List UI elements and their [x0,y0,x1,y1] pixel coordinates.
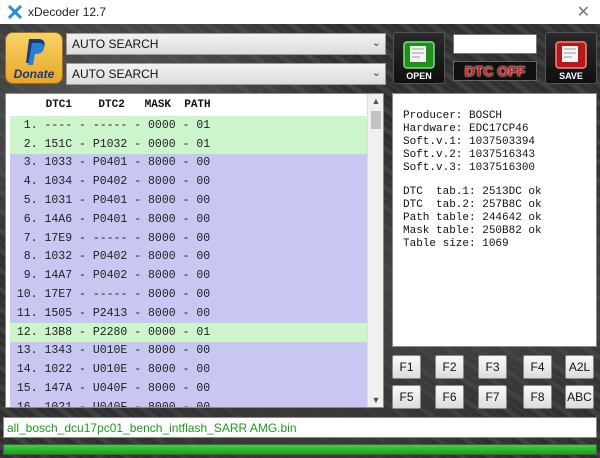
abc-button[interactable]: ABC [565,385,594,409]
f8-button[interactable]: F8 [523,385,552,409]
select-2-value: AUTO SEARCH [72,67,159,81]
info-table-size: Table size: 1069 [403,238,509,251]
info-dtc-tab1: DTC tab.1: 2513DC ok [403,186,542,199]
save-disk-icon [555,41,587,69]
dtc-row[interactable]: 5. 1031 - P0401 - 8000 - 00 [10,191,367,210]
dtc-off-label: DTC OFF [464,63,526,79]
x-logo-icon [8,5,22,19]
dtc-row[interactable]: 16. 1021 - U040F - 8000 - 00 [10,397,367,407]
info-producer: Producer: BOSCH [403,110,503,122]
save-button[interactable]: SAVE [545,32,597,84]
donate-button[interactable]: Donate [5,32,63,84]
search-mode-select-1[interactable]: AUTO SEARCH ⌄ [66,33,386,55]
dtc-row[interactable]: 9. 14A7 - P0402 - 8000 - 00 [10,266,367,286]
title-bar: xDecoder 12.7 ✕ [0,0,600,24]
dtc-row[interactable]: 7. 17E9 - ----- - 8000 - 00 [10,228,367,248]
f4-button[interactable]: F4 [523,355,552,379]
progress-bar [3,444,597,455]
info-hardware: Hardware: EDC17CP46 [403,122,529,135]
paypal-icon [26,39,45,65]
dtc-list-header: DTC1 DTC2 MASK PATH [6,99,211,111]
a2l-button[interactable]: A2L [565,355,594,379]
f6-button[interactable]: F6 [435,385,464,409]
blank-field[interactable] [453,34,537,54]
donate-label: Donate [13,67,55,81]
close-icon[interactable]: ✕ [577,2,590,22]
chevron-down-icon: ⌄ [371,37,381,49]
dtc-row[interactable]: 10. 17E7 - ----- - 8000 - 00 [10,285,367,304]
dtc-row[interactable]: 12. 13B8 - P2280 - 0000 - 01 [10,322,367,342]
dtc-row[interactable]: 6. 14A6 - P0401 - 8000 - 00 [10,209,367,229]
info-soft-v1: Soft.v.1: 1037503394 [403,135,536,148]
f1-button[interactable]: F1 [392,355,421,379]
file-name-field: all_bosch_dcu17pc01_bench_intflash_SARR … [3,417,597,438]
select-1-value: AUTO SEARCH [72,37,159,51]
dtc-off-button[interactable]: DTC OFF [453,61,537,81]
info-mask-table: Mask table: 250B82 ok [403,225,542,238]
dtc-list[interactable]: DTC1 DTC2 MASK PATH 1. ---- - ----- - 00… [5,93,384,408]
dtc-row[interactable]: 14. 1022 - U010E - 8000 - 00 [10,360,367,380]
dtc-list-scrollbar[interactable]: ▲ ▼ [367,94,383,407]
dtc-row[interactable]: 11. 1505 - P2413 - 8000 - 00 [10,303,367,323]
f5-button[interactable]: F5 [392,385,421,409]
dtc-row[interactable]: 13. 1343 - U010E - 8000 - 00 [10,341,367,361]
f7-button[interactable]: F7 [478,385,507,409]
dtc-row[interactable]: 4. 1034 - P0402 - 8000 - 00 [10,172,367,192]
window-title: xDecoder 12.7 [28,5,107,19]
progress-fill [4,445,596,454]
dtc-row[interactable]: 15. 147A - U040F - 8000 - 00 [10,379,367,398]
info-soft-v2: Soft.v.2: 1037516343 [403,148,536,161]
info-path-table: Path table: 244642 ok [403,212,542,225]
open-label: OPEN [406,71,432,81]
dtc-row[interactable]: 1. ---- - ----- - 0000 - 01 [10,116,367,135]
scroll-down-icon[interactable]: ▼ [368,393,383,407]
save-label: SAVE [559,71,583,81]
chevron-down-icon: ⌄ [371,67,381,79]
open-button[interactable]: OPEN [393,32,445,84]
info-dtc-tab2: DTC tab.2: 257B8C ok [403,199,542,212]
scroll-thumb[interactable] [371,111,381,129]
dtc-row[interactable]: 3. 1033 - P0401 - 8000 - 00 [10,153,367,173]
dtc-row[interactable]: 2. 151C - P1032 - 0000 - 01 [10,134,367,154]
info-soft-v3: Soft.v.3: 1037516300 [403,161,536,174]
scroll-up-icon[interactable]: ▲ [368,94,383,108]
f3-button[interactable]: F3 [478,355,507,379]
ecu-info-panel: Producer: BOSCH Hardware: EDC17CP46 Soft… [392,93,597,347]
f2-button[interactable]: F2 [435,355,464,379]
file-name-text: all_bosch_dcu17pc01_bench_intflash_SARR … [7,420,297,435]
dtc-row[interactable]: 8. 1032 - P0402 - 8000 - 00 [10,247,367,267]
search-mode-select-2[interactable]: AUTO SEARCH ⌄ [66,63,386,85]
open-folder-icon [403,41,435,69]
dtc-rows: 1. ---- - ----- - 0000 - 01 2. 151C - P1… [6,116,383,407]
